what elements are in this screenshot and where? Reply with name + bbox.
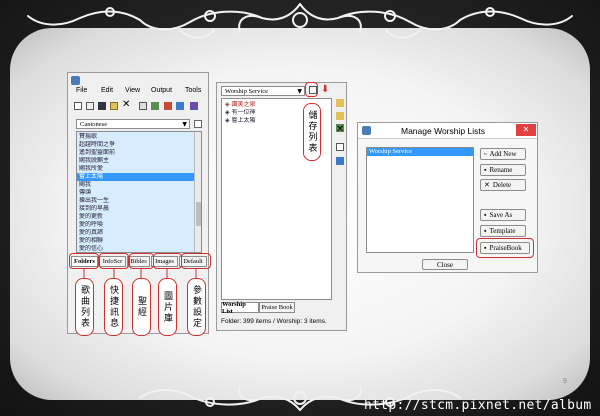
worship-item-label: 嘗上太陽 — [231, 117, 256, 124]
worship-list-window: Worship Service ▼ ⬇ ◈ 讚美之泉 ◈ 有一位神 ◈ 嘗上太陽… — [216, 82, 347, 331]
praisebook-highlight — [476, 238, 534, 258]
watermark-url: http://stcm.pixnet.net/album — [364, 398, 592, 413]
callout-infoscr: 快捷訊息 — [104, 278, 123, 336]
template-label: Template — [489, 227, 516, 235]
callout-images: 圖片庫 — [158, 278, 177, 336]
save-icon: ▪ — [484, 211, 487, 219]
tab-worship-list[interactable]: Worship List — [221, 301, 259, 315]
callout-default: 參數設定 — [187, 278, 206, 336]
status-bar: Folder: 399 items / Worship: 3 items. — [221, 318, 327, 325]
remove-icon[interactable]: ✕ — [336, 125, 344, 135]
copy-icon[interactable] — [336, 143, 344, 151]
save-as-label: Save As — [489, 211, 513, 219]
delete-icon: ✕ — [484, 181, 490, 189]
close-label: Close — [437, 260, 453, 269]
worship-item-label: 有一位神 — [231, 109, 256, 116]
service-select-value: Worship Service — [225, 88, 268, 95]
add-new-label: Add New — [489, 150, 517, 158]
add-new-button[interactable]: ▫ Add New — [480, 148, 526, 160]
app-icon — [362, 126, 371, 135]
tab-praise-book[interactable]: Praise Book — [259, 302, 295, 313]
close-button[interactable]: Close — [422, 259, 468, 270]
close-window-button[interactable]: ✕ — [516, 124, 536, 136]
edit-icon[interactable] — [336, 157, 344, 165]
dialog-titlebar: Manage Worship Lists ✕ — [358, 123, 537, 139]
chevron-down-icon: ▼ — [297, 88, 302, 95]
worship-item-label: 讚美之泉 — [231, 101, 256, 108]
list-item-selected[interactable]: Worship Service — [367, 148, 473, 156]
close-icon: ✕ — [522, 125, 530, 134]
add-icon: ▫ — [484, 150, 487, 158]
rename-label: Rename — [489, 166, 513, 174]
rename-button[interactable]: ▪ Rename — [480, 164, 526, 176]
delete-label: Delete — [492, 181, 512, 189]
callout-save-list: 儲存列表 — [303, 103, 321, 161]
save-list-highlight — [305, 82, 318, 97]
manage-worship-lists-dialog: Manage Worship Lists ✕ Worship Service ▫… — [357, 122, 538, 273]
worship-lists-listbox: Worship Service — [366, 147, 474, 253]
down-arrow-icon[interactable] — [336, 112, 344, 120]
arrow-down-icon[interactable]: ⬇ — [321, 85, 329, 95]
save-icon: ▪ — [484, 227, 487, 235]
save-as-button[interactable]: ▪ Save As — [480, 209, 526, 221]
rename-icon: ▪ — [484, 166, 487, 174]
callout-bibles: 聖經 — [132, 278, 151, 336]
delete-button[interactable]: ✕ Delete — [480, 179, 526, 191]
service-select[interactable]: Worship Service ▼ — [221, 86, 305, 96]
up-arrow-icon[interactable] — [336, 99, 344, 107]
dialog-title: Manage Worship Lists — [401, 126, 485, 136]
callout-folders: 歌曲列表 — [75, 278, 94, 336]
template-button[interactable]: ▪ Template — [480, 225, 526, 237]
